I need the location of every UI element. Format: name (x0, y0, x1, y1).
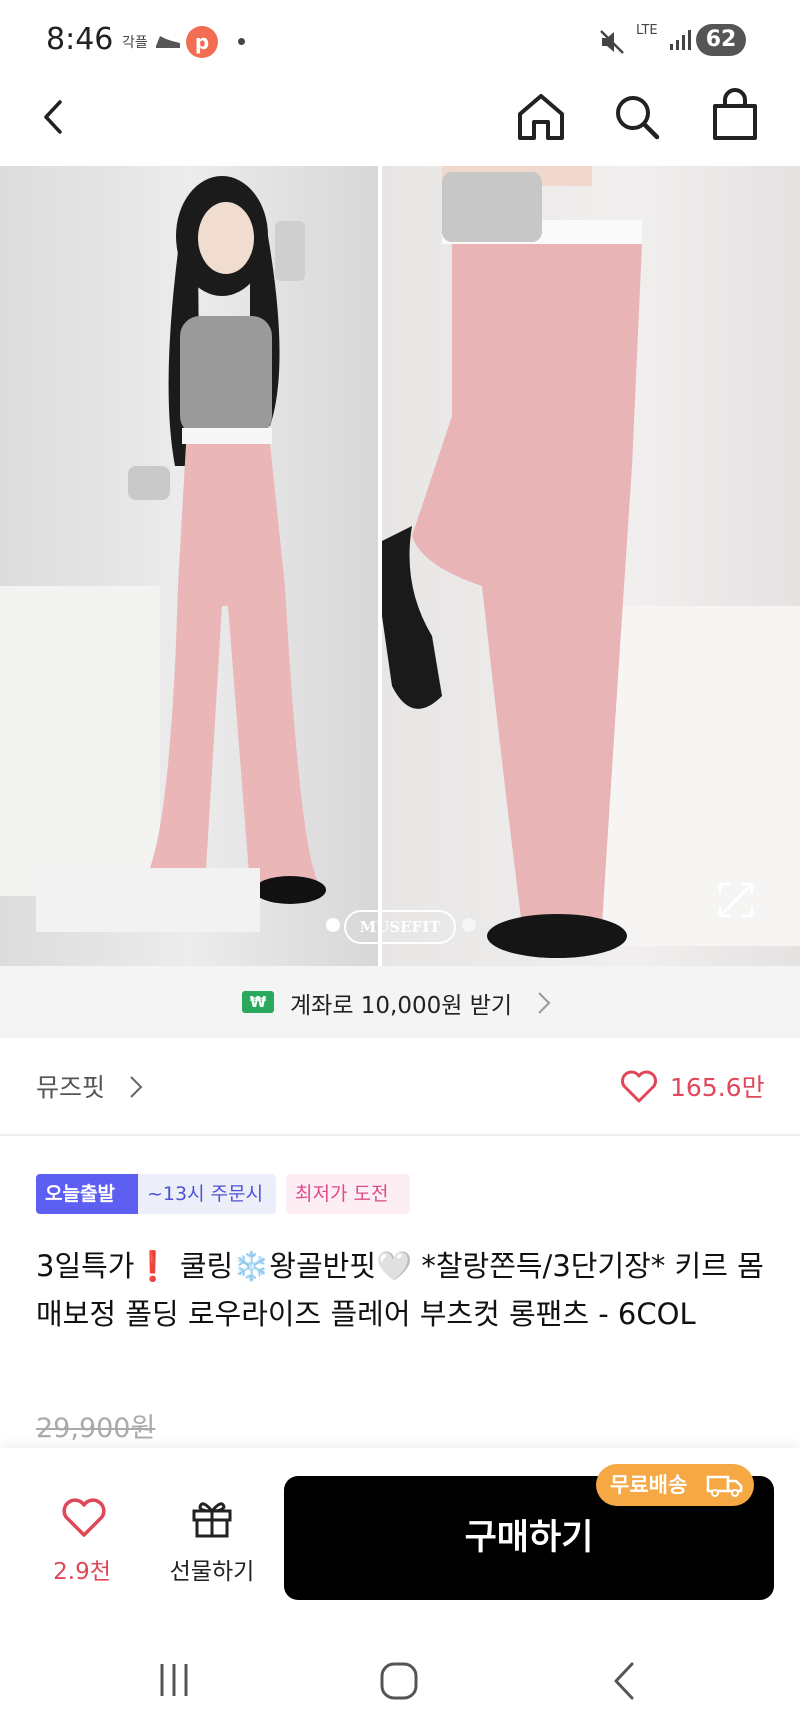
top-nav (0, 80, 800, 166)
tag-lowest-price: 최저가 도전 (286, 1174, 410, 1214)
signal-icon (670, 30, 691, 50)
shop-name-link[interactable]: 뮤즈핏 (36, 1068, 105, 1104)
pager-dot (462, 918, 476, 932)
status-carrier-text: 각플 (122, 35, 148, 51)
wishlist-count[interactable]: 2.9천 (36, 1552, 128, 1586)
product-photo-side (382, 166, 800, 966)
truck-icon (706, 1475, 743, 1497)
status-time: 8:46 (46, 22, 114, 57)
back-icon[interactable] (36, 96, 72, 138)
cashback-text: 계좌로 10,000원 받기 (290, 993, 513, 1019)
model-illustration-side (382, 166, 800, 958)
watermark-cover (36, 868, 260, 932)
battery-indicator: 62 (696, 24, 746, 56)
product-title: 3일특가❗️ 쿨링❄️왕골반핏🤍 *찰랑쫀득/3단기장* 키르 몸매보정 폴딩 … (36, 1249, 764, 1331)
app-notification-icon: p (186, 26, 218, 58)
pager-dot-active (326, 918, 340, 932)
back-button-icon[interactable] (610, 1660, 638, 1702)
product-image-carousel[interactable]: MUSEFIT (0, 166, 800, 966)
network-type: LTE (636, 23, 658, 38)
heart-icon[interactable] (620, 1070, 658, 1104)
original-price: 29,900원 (36, 1413, 156, 1444)
chevron-right-icon[interactable] (128, 1074, 144, 1100)
tag-today-shipping: 오늘출발 (36, 1174, 138, 1214)
expand-icon[interactable] (716, 880, 756, 920)
mute-icon (600, 30, 624, 54)
gift-icon[interactable] (190, 1497, 234, 1539)
home-icon[interactable] (514, 92, 568, 142)
wishlist-heart-icon[interactable] (62, 1498, 106, 1538)
recent-apps-icon[interactable] (156, 1660, 192, 1700)
notification-dot-icon (238, 38, 245, 45)
shop-like-count: 165.6만 (670, 1073, 765, 1102)
gift-button[interactable]: 선물하기 (160, 1552, 264, 1586)
tag-order-cutoff: ~13시 주문시 (138, 1174, 276, 1214)
brand-watermark: MUSEFIT (344, 910, 456, 944)
shoe-icon (156, 36, 180, 48)
won-icon: ₩ (242, 991, 274, 1013)
model-illustration (0, 176, 326, 904)
home-button-icon[interactable] (378, 1660, 420, 1702)
search-icon[interactable] (612, 92, 662, 142)
shopping-bag-icon[interactable] (710, 88, 760, 142)
product-photo-front (0, 166, 378, 966)
chevron-right-icon (538, 992, 551, 1014)
